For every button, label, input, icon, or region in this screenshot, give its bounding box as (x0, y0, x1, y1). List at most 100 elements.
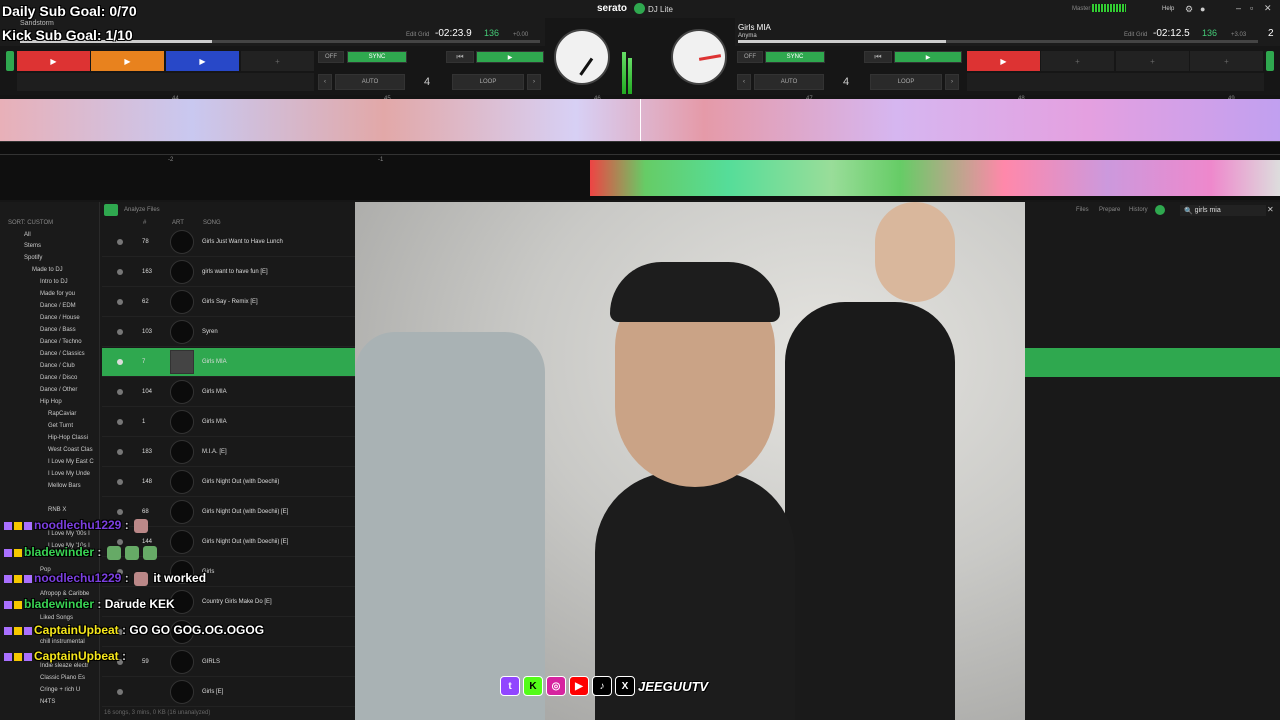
deck-right-loop-prev[interactable]: ‹ (737, 74, 751, 90)
sidebar-item[interactable]: Dance / Club (40, 363, 75, 369)
deck-left-loop-prev[interactable]: ‹ (318, 74, 332, 90)
cue-pad-r3[interactable]: + (1116, 51, 1189, 71)
sidebar-item[interactable]: Dance / House (40, 315, 80, 321)
table-row[interactable]: Girls [E] (102, 678, 355, 707)
table-row[interactable]: 148 Girls Night Out (with Doechii) (102, 468, 355, 497)
sidebar-item-made-to-dj[interactable]: Made to DJ (32, 267, 63, 273)
deck-right-auto-loop[interactable]: AUTO (754, 74, 824, 90)
deck-left-cue-button[interactable]: ⏮ (446, 51, 474, 63)
overview-waveform[interactable] (590, 160, 1280, 196)
deck-right-off[interactable]: OFF (737, 51, 763, 63)
sidebar-item-spotify[interactable]: Spotify (24, 255, 42, 261)
maximize-icon[interactable]: ▫ (1250, 3, 1253, 13)
deck-left-loop-next[interactable]: › (527, 74, 541, 90)
kick-icon: K (523, 676, 543, 696)
deck-left-sync[interactable]: SYNC (347, 51, 407, 63)
deck-right-time: -02:12.5 (1153, 28, 1190, 39)
instagram-icon: ◎ (546, 676, 566, 696)
deck-right-edit-grid[interactable]: Edit Grid (1124, 32, 1147, 38)
spotify-filter-icon[interactable] (1155, 205, 1165, 215)
col-header-num[interactable]: # (143, 220, 146, 226)
sidebar-item[interactable]: Dance / Bass (40, 327, 76, 333)
sidebar-item[interactable]: I Love My Unde (48, 471, 90, 477)
sidebar-item[interactable]: Liked Songs (40, 615, 73, 621)
analyze-icon[interactable] (104, 204, 118, 216)
deck-right-play-button[interactable]: ▶ (894, 51, 962, 63)
sidebar-item[interactable]: RNB X (48, 507, 66, 513)
sidebar-item[interactable]: West Coast Clas (48, 447, 93, 453)
deck-right-platter[interactable] (671, 29, 727, 85)
table-row[interactable]: 59 GIRLS (102, 648, 355, 677)
tab-files[interactable]: Files (1076, 207, 1089, 213)
table-row[interactable]: 78 Girls Just Want to Have Lunch (102, 228, 355, 257)
sidebar-item-hip-hop[interactable]: Hip Hop (40, 399, 62, 405)
deck-left-loop-button[interactable]: LOOP (452, 74, 524, 90)
deck-left-platter[interactable] (554, 29, 610, 85)
cue-pad-2[interactable]: ▶ (91, 51, 164, 71)
sidebar-item[interactable]: Mellow Bars (48, 483, 81, 489)
sidebar-item[interactable]: Dance / EDM (40, 303, 76, 309)
app-logo: serato (597, 3, 628, 14)
sidebar-item[interactable]: RapCaviar (48, 411, 76, 417)
cue-pad-1[interactable]: ▶ (17, 51, 90, 71)
sidebar-item[interactable]: I Love My East C (48, 459, 94, 465)
table-row[interactable]: 1 Girls MIA (102, 408, 355, 437)
sidebar-item[interactable]: Indie sleaze electr (40, 663, 88, 669)
sidebar-item[interactable]: N4TS (40, 699, 55, 705)
minimize-icon[interactable]: – (1236, 3, 1241, 13)
cue-pad-r1[interactable]: ▶ (967, 51, 1040, 71)
deck-left-play-button[interactable]: ▶ (476, 51, 544, 63)
cue-pad-4[interactable]: + (241, 51, 314, 71)
deck-right-progress[interactable] (738, 40, 1258, 43)
sidebar-item[interactable]: Dance / Disco (40, 375, 77, 381)
deck-right-sync[interactable]: SYNC (765, 51, 825, 63)
cue-pad-r2[interactable]: + (1041, 51, 1114, 71)
sidebar-item[interactable]: Dance / Techno (40, 339, 82, 345)
sidebar-item-stems[interactable]: Stems (24, 243, 41, 249)
deck-right-loop-button[interactable]: LOOP (870, 74, 942, 90)
table-row[interactable]: 62 Girls Say - Remix [E] (102, 288, 355, 317)
deck-right-cue-button[interactable]: ⏮ (864, 51, 892, 63)
selected-row-extension[interactable] (1025, 348, 1280, 377)
deck-right-loop-next[interactable]: › (945, 74, 959, 90)
sidebar-item[interactable]: Hip-Hop Classi (48, 435, 88, 441)
search-clear-icon[interactable]: ✕ (1267, 205, 1274, 214)
col-header-art[interactable]: ART (172, 220, 184, 226)
user-icon[interactable]: ● (1200, 4, 1205, 14)
deck-right-track: Girls MIA (738, 23, 771, 32)
tab-history[interactable]: History (1129, 207, 1148, 213)
close-icon[interactable]: ✕ (1264, 3, 1272, 14)
deck-left-off[interactable]: OFF (318, 51, 344, 63)
sort-label[interactable]: SORT: CUSTOM (8, 220, 53, 226)
search-input[interactable]: 🔍 girls mia (1180, 205, 1266, 216)
sidebar-item[interactable]: chill instrumental (40, 639, 85, 645)
cue-pad-3[interactable]: ▶ (166, 51, 239, 71)
cue-pad-r4[interactable]: + (1190, 51, 1263, 71)
sidebar-item[interactable]: Dance / Other (40, 387, 77, 393)
sidebar-item[interactable]: Classic Piano Es (40, 675, 85, 681)
webcam-feed (355, 202, 1025, 720)
analyze-files-button[interactable]: Analyze Files (124, 207, 160, 213)
deck-left-auto-loop[interactable]: AUTO (335, 74, 405, 90)
table-row[interactable]: 183 M.I.A. [E] (102, 438, 355, 467)
sidebar-item[interactable]: Cringe + rich U (40, 687, 80, 693)
sidebar-item-all[interactable]: All (24, 232, 31, 238)
table-row[interactable]: 163 girls want to have fun [E] (102, 258, 355, 287)
deck-left-edit-grid[interactable]: Edit Grid (406, 32, 429, 38)
deck-right-pad-toggle[interactable] (1266, 51, 1274, 71)
settings-gear-icon[interactable]: ⚙ (1185, 4, 1193, 15)
table-row-selected[interactable]: 7 Girls MIA (102, 348, 355, 377)
sidebar-item[interactable]: Made for you (40, 291, 75, 297)
library-right-panel (1025, 202, 1280, 720)
col-header-song[interactable]: SONG (203, 220, 221, 226)
twitch-icon: t (500, 676, 520, 696)
table-row[interactable]: 104 Girls MIA (102, 378, 355, 407)
deck-left-pad-toggle[interactable] (6, 51, 14, 71)
deck-left-track: Sandstorm (20, 20, 54, 27)
sidebar-item[interactable]: Get Turnt (48, 423, 73, 429)
help-menu[interactable]: Help (1162, 6, 1174, 12)
table-row[interactable]: 103 Syren (102, 318, 355, 347)
sidebar-item[interactable]: Dance / Classics (40, 351, 85, 357)
tab-prepare[interactable]: Prepare (1099, 207, 1120, 213)
sidebar-item[interactable]: Intro to DJ (40, 279, 68, 285)
